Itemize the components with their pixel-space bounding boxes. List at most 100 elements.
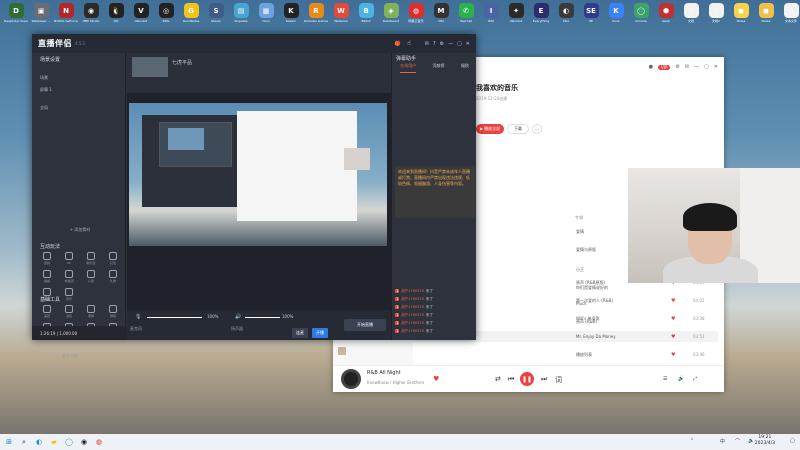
close-icon[interactable]: ✕ <box>466 41 470 47</box>
chat-message[interactable]: 1 用户1790329 来了 <box>395 289 475 294</box>
search-icon[interactable]: ⌕ <box>18 436 30 448</box>
avatar[interactable] <box>132 57 168 77</box>
scene-item[interactable]: 屏幕 1 <box>40 87 52 93</box>
like-icon[interactable]: ♥ <box>671 316 675 322</box>
album-cover[interactable] <box>341 369 361 389</box>
edge-icon[interactable]: ◐ <box>33 436 45 448</box>
chrome-icon[interactable]: ◯ <box>63 436 75 448</box>
more-features-link[interactable]: 更多功能 <box>62 353 78 359</box>
file-explorer-icon[interactable]: ▰ <box>48 436 60 448</box>
download-button[interactable]: 下载 <box>507 124 529 134</box>
settings-icon[interactable]: ⚙ <box>675 64 679 70</box>
notification-icon[interactable]: ▢ <box>790 438 795 444</box>
desktop-icon[interactable]: N NVIDIA GeForce... <box>54 2 78 32</box>
desktop-icon[interactable]: ◍ 网易云音乐 <box>404 2 428 32</box>
avatar[interactable]: ● <box>649 64 653 70</box>
desktop-icon[interactable]: S Steam <box>204 2 228 32</box>
song-album[interactable]: 第一次爱的人 (R&B) <box>576 298 613 304</box>
like-icon[interactable]: ♥ <box>433 375 439 383</box>
desktop-icon[interactable]: ◐ Plex <box>554 2 578 32</box>
desktop-icon[interactable]: ▣ Wallpaper ... <box>29 2 53 32</box>
current-song-artist[interactable]: KnowKnow / Higher Brothers <box>367 380 424 385</box>
tool-button[interactable]: PK <box>59 252 79 269</box>
co-host-button[interactable]: 连麦 <box>292 328 308 338</box>
tool-button[interactable]: 弹幕 <box>103 305 123 322</box>
next-icon[interactable]: ⏭ <box>541 375 547 384</box>
desktop-icon[interactable]: W WeGame <box>329 2 353 32</box>
chat-username[interactable]: 用户1790329 <box>401 329 424 333</box>
desktop-icon[interactable]: M MSI <box>429 2 453 32</box>
tool-button[interactable]: 滤镜 <box>59 305 79 322</box>
desktop-icon[interactable]: E Everything <box>529 2 553 32</box>
desktop-icon[interactable]: ▤ Snipaste <box>229 2 253 32</box>
desktop-icon[interactable]: ◉ OBS Studio <box>79 2 103 32</box>
desktop-icon[interactable]: B Bilibili <box>354 2 378 32</box>
mail-icon[interactable]: ✉ <box>685 64 689 70</box>
song-album[interactable]: Will's 单身男 <box>576 316 600 322</box>
volume-tray-icon[interactable]: 🔈 <box>748 438 754 444</box>
desktop-icon[interactable]: ✆ WeChat <box>454 2 478 32</box>
desktop-icon[interactable]: ◯ Chrome <box>629 2 653 32</box>
desktop-icon[interactable]: K Kook <box>604 2 628 32</box>
chat-tab[interactable]: 贡献榜 <box>432 63 444 73</box>
speaker-slider[interactable] <box>245 317 280 318</box>
speaker-icon[interactable]: 🔊 <box>235 314 241 320</box>
song-album[interactable]: 原声 (R&B原版) <box>576 280 605 286</box>
more-button[interactable]: ··· <box>532 124 542 134</box>
chat-tab[interactable]: 在线用户 <box>400 63 417 73</box>
gift-icon[interactable]: 🎁 <box>395 41 401 47</box>
lyrics-icon[interactable]: 词 <box>555 375 562 385</box>
help-icon[interactable]: ? <box>433 41 436 47</box>
desktop-icon[interactable]: R Rockstar Games <box>304 2 328 32</box>
maximize-icon[interactable]: ▢ <box>704 64 709 70</box>
desktop-icon[interactable]: 🐧 QQ <box>104 2 128 32</box>
current-song-title[interactable]: R&B All Night <box>367 370 401 376</box>
maximize-icon[interactable]: ▢ <box>457 41 462 47</box>
chat-username[interactable]: 用户1790329 <box>401 297 424 301</box>
language-indicator[interactable]: 中 <box>720 438 725 445</box>
windows-start-icon[interactable]: ⊞ <box>3 436 15 448</box>
like-icon[interactable]: ♥ <box>671 298 675 304</box>
room-title[interactable]: 七虎平品 <box>172 59 192 66</box>
sidebar-playlist-item[interactable] <box>338 346 408 356</box>
chat-message[interactable]: 1 用户1790329 来了 <box>395 321 475 326</box>
go-live-button[interactable]: 开始直播 <box>344 319 386 331</box>
chat-username[interactable]: 用户1790329 <box>401 289 424 293</box>
scene-item[interactable]: 场景 <box>40 75 48 81</box>
tool-button[interactable]: 红包 <box>103 252 123 269</box>
desktop-icon[interactable]: I IDM <box>479 2 503 32</box>
desktop-icon[interactable]: ◼ Notes <box>729 2 753 32</box>
chat-message[interactable]: 1 用户1790329 来了 <box>395 329 475 334</box>
chat-tab[interactable]: 福袋 <box>461 63 469 73</box>
tool-button[interactable]: 粉丝团 <box>59 270 79 287</box>
desktop-icon[interactable]: ▯ 文本文件 <box>779 2 800 32</box>
album-cell[interactable]: 小王 <box>576 267 584 273</box>
system-clock[interactable]: 19:21 2023/4/3 <box>755 435 775 447</box>
tool-button[interactable]: 心愿 <box>81 270 101 287</box>
tool-button[interactable]: 音乐 <box>59 288 79 305</box>
pause-button[interactable]: ❚❚ <box>520 372 534 386</box>
desktop-icon[interactable]: K Kazam <box>279 2 303 32</box>
tool-button[interactable]: 录屏 <box>81 305 101 322</box>
stream-app-taskbar-icon[interactable]: ◉ <box>78 436 90 448</box>
desktop-icon[interactable]: G GoodNotes <box>179 2 203 32</box>
tool-button[interactable]: 美颜 <box>37 305 57 322</box>
song-album[interactable]: 播放列表 <box>576 352 592 358</box>
tray-arrow-icon[interactable]: ⌃ <box>690 438 694 444</box>
stream-preview[interactable] <box>129 103 387 246</box>
close-icon[interactable]: ✕ <box>714 64 718 70</box>
tool-button[interactable]: 聊天室 <box>81 252 101 269</box>
network-icon[interactable]: ⌒ <box>735 438 740 445</box>
desktop-icon[interactable]: ◈ Dashboard <box>379 2 403 32</box>
minimize-icon[interactable]: — <box>694 64 699 70</box>
minimize-icon[interactable]: — <box>448 41 453 47</box>
settings-icon[interactable]: ⚙ <box>440 41 444 47</box>
desktop-icon[interactable]: V Valorant <box>129 2 153 32</box>
chat-username[interactable]: 用户1790329 <box>401 305 424 309</box>
desktop-icon[interactable]: ⬢ Geek <box>654 2 678 32</box>
mic-slider[interactable] <box>147 317 202 318</box>
music-app-taskbar-icon[interactable]: ◍ <box>93 436 105 448</box>
desktop-icon[interactable]: ◎ ROG <box>154 2 178 32</box>
volume-icon[interactable]: 🔊 <box>678 376 684 382</box>
desktop-icon[interactable]: ▦ Docs <box>254 2 278 32</box>
